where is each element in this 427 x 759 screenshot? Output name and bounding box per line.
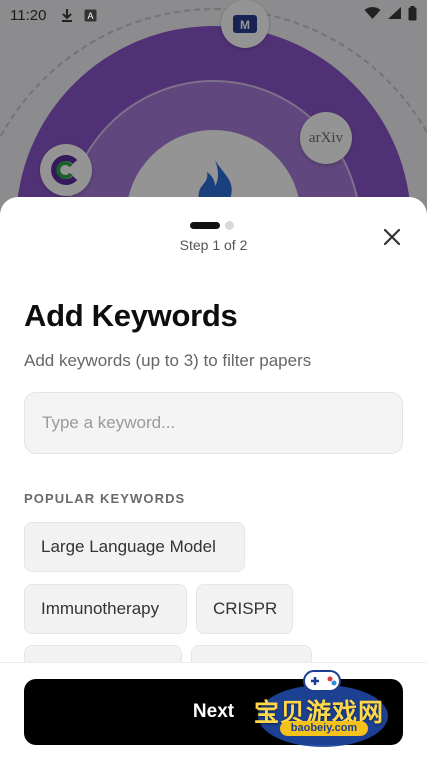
page-subtitle: Add keywords (up to 3) to filter papers [24,351,312,370]
step-text: Step 1 of 2 [179,237,248,253]
svg-text:A: A [88,11,94,21]
keyword-chip[interactable]: Immunotherapy [24,584,187,634]
status-bar: 11:20 A [0,0,427,30]
keyword-chip[interactable]: CRISPR [196,584,293,634]
download-icon [60,8,74,22]
step-dot-active [190,222,220,229]
wifi-icon [364,6,381,24]
close-icon [384,229,400,245]
close-button[interactable] [380,225,404,249]
keyword-input[interactable] [24,392,403,454]
page-title: Add Keywords [24,298,238,333]
step-dot-inactive [225,221,234,230]
text-a-icon: A [84,9,97,22]
cellular-icon [387,6,402,24]
sheet-footer: Next [0,662,427,759]
next-button[interactable]: Next [24,679,403,745]
popular-keywords-label: POPULAR KEYWORDS [24,491,186,506]
add-keywords-sheet: Step 1 of 2 Add Keywords Add keywords (u… [0,197,427,759]
step-indicator [190,221,234,230]
battery-icon [408,5,417,25]
keyword-chip[interactable]: Large Language Model [24,522,245,572]
status-time: 11:20 [10,6,47,24]
